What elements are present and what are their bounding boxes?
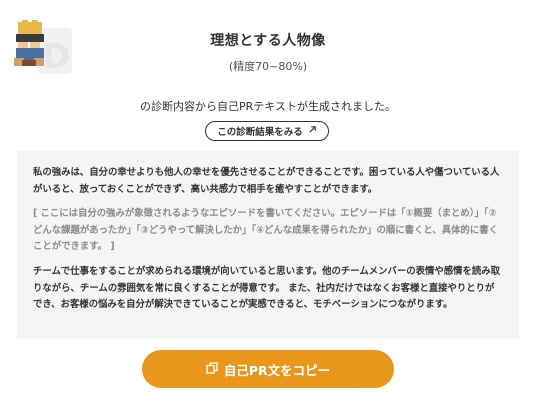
copy-pr-label: 自己PR文をコピー [223, 362, 331, 378]
diagnosis-result-card: D 理想とする人物像 (精度70~80%) の診断内容から自己PRテキストが生成… [0, 0, 536, 414]
copy-icon [206, 361, 218, 377]
title-block: 理想とする人物像 [0, 30, 536, 50]
pr-text-box: 私の強みは、自分の幸せよりも他人の幸せを優先させることができることです。困ってい… [17, 151, 519, 339]
page-title: 理想とする人物像 [210, 33, 326, 49]
view-result-label: この診断結果をみる [217, 127, 303, 138]
pr-paragraph-environment: チームで仕事をすることが求められる環境が向いていると思います。他のチームメンバー… [33, 265, 500, 311]
accuracy-label: (精度70~80%) [228, 60, 308, 73]
copy-pr-button[interactable]: 自己PR文をコピー [142, 350, 394, 388]
generated-description: の診断内容から自己PRテキストが生成されました。 [140, 100, 396, 113]
external-link-icon [308, 125, 317, 137]
pr-paragraph-strength: 私の強みは、自分の幸せよりも他人の幸せを優先させることができることです。困ってい… [33, 167, 500, 195]
pr-paragraph-episode-placeholder: [ ここには自分の強みが象徴されるようなエピソードを書いてください。エピソードは… [33, 208, 499, 253]
view-result-button[interactable]: この診断結果をみる [205, 121, 329, 141]
